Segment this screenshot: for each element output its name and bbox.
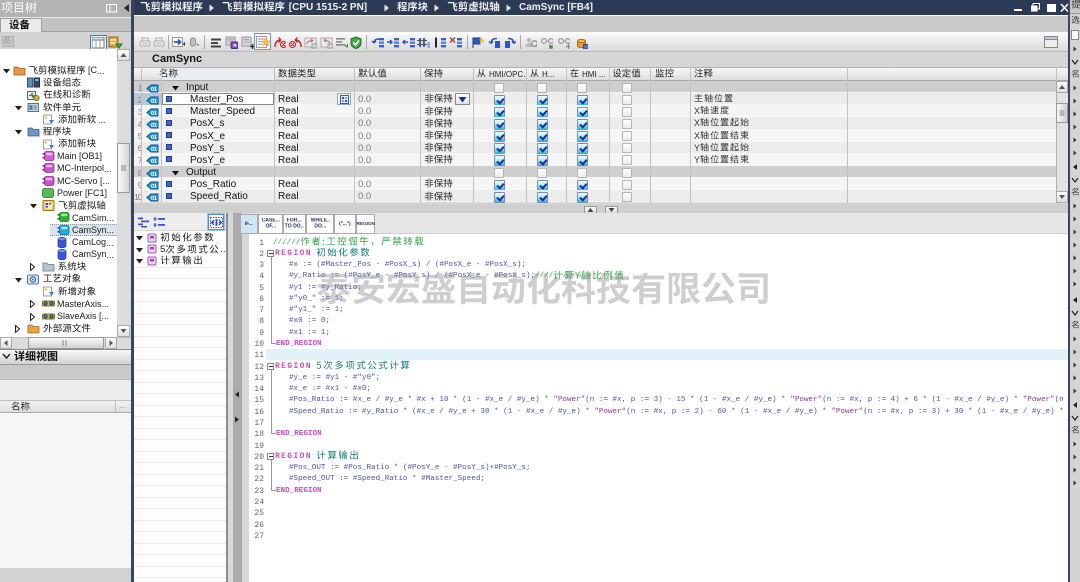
svg-text:01: 01 xyxy=(151,147,157,153)
svg-text:01: 01 xyxy=(151,196,157,202)
svg-text:01: 01 xyxy=(151,111,157,117)
svg-text:01: 01 xyxy=(151,98,157,104)
svg-text:01: 01 xyxy=(151,183,157,189)
svg-text:01: 01 xyxy=(151,171,157,177)
svg-text:01: 01 xyxy=(151,86,157,92)
svg-text:01: 01 xyxy=(151,159,157,165)
svg-text:01: 01 xyxy=(151,123,157,129)
svg-text:01: 01 xyxy=(151,135,157,141)
